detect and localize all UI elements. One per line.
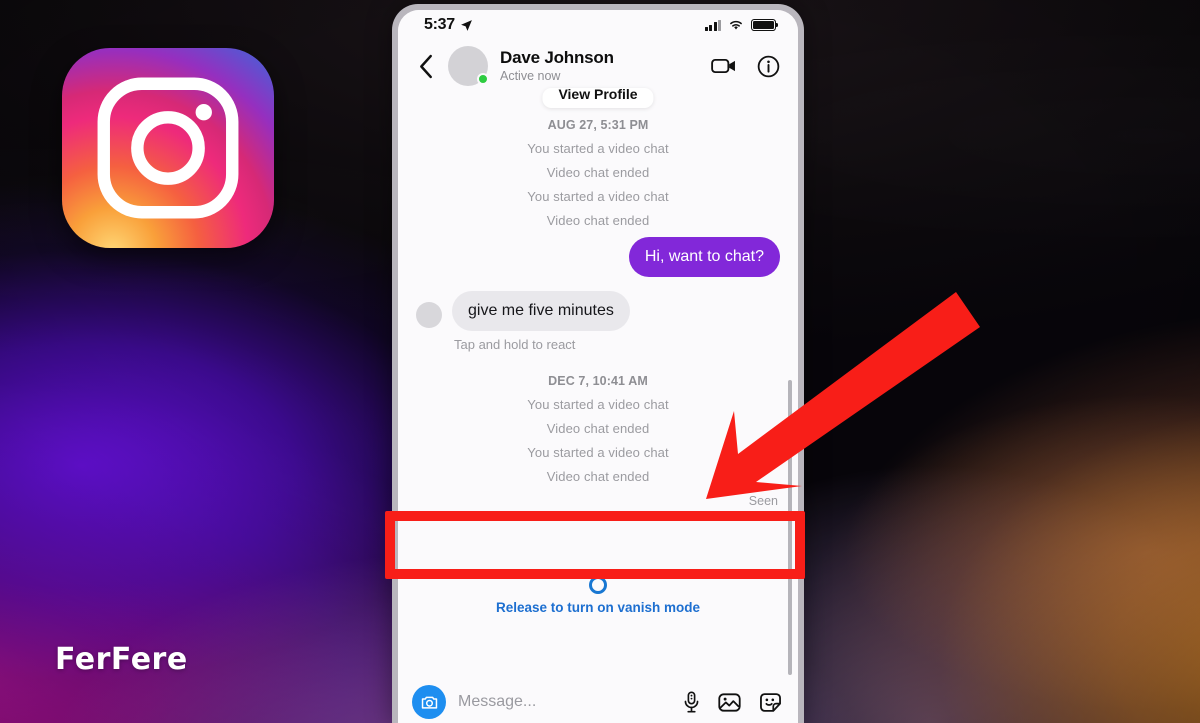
microphone-icon xyxy=(684,691,699,713)
sticker-button[interactable] xyxy=(759,692,782,713)
outgoing-message-bubble[interactable]: Hi, want to chat? xyxy=(628,237,780,277)
camera-circle-icon xyxy=(421,696,437,709)
system-message: You started a video chat xyxy=(527,189,669,204)
chat-header: Dave Johnson Active now xyxy=(398,40,798,92)
wifi-icon xyxy=(730,20,742,30)
contact-avatar-wrapper[interactable] xyxy=(448,46,489,86)
message-row: Hi, want to chat? xyxy=(416,237,780,277)
image-icon xyxy=(718,692,741,712)
location-arrow-icon xyxy=(460,19,472,31)
system-message: Video chat ended xyxy=(546,469,650,484)
info-circle-icon xyxy=(757,55,780,77)
system-message: You started a video chat xyxy=(527,141,669,156)
system-message: You started a video chat xyxy=(527,445,669,460)
day-separator: DEC 7, 10:41 AM xyxy=(548,374,648,388)
system-message: Video chat ended xyxy=(546,421,650,436)
chevron-left-icon xyxy=(419,54,432,78)
message-composer: Message... xyxy=(398,681,798,723)
contact-presence: Active now xyxy=(500,69,561,84)
header-actions xyxy=(711,55,780,78)
incoming-message-bubble[interactable]: give me five minutes xyxy=(452,291,630,331)
circle-outline-icon xyxy=(589,575,607,594)
battery-full-icon xyxy=(751,19,779,31)
contact-name: Dave Johnson xyxy=(500,47,614,67)
message-row: give me five minutes xyxy=(416,291,780,331)
back-button[interactable] xyxy=(412,51,438,81)
video-camera-icon xyxy=(711,58,735,74)
message-input[interactable]: Message... xyxy=(458,693,671,711)
info-button[interactable] xyxy=(757,55,780,78)
status-bar: 5:37 xyxy=(398,10,798,40)
phone-device-frame: 5:37 Dave Johnson Active now View Profil… xyxy=(392,4,804,723)
system-message: You started a video chat xyxy=(527,397,669,412)
sticker-icon xyxy=(760,692,781,712)
message-list-scrollbar[interactable] xyxy=(788,380,792,675)
system-message: Video chat ended xyxy=(546,165,650,180)
status-bar-left: 5:37 xyxy=(424,16,473,34)
empty-space xyxy=(398,620,798,681)
video-call-button[interactable] xyxy=(711,56,737,76)
sender-avatar xyxy=(416,302,442,328)
camera-button[interactable] xyxy=(412,685,446,719)
online-status-dot xyxy=(477,73,489,85)
gallery-button[interactable] xyxy=(718,692,741,713)
vanish-mode-label: Release to turn on vanish mode xyxy=(495,599,701,615)
view-profile-button[interactable]: View Profile xyxy=(542,88,654,108)
status-time: 5:37 xyxy=(424,16,455,33)
read-receipt: Seen xyxy=(748,494,778,508)
mic-button[interactable] xyxy=(683,691,700,713)
status-bar-right xyxy=(704,19,779,31)
phone-screen: 5:37 Dave Johnson Active now View Profil… xyxy=(398,10,798,723)
message-list[interactable]: AUG 27, 5:31 PM You started a video chat… xyxy=(398,92,798,569)
react-hint: Tap and hold to react xyxy=(454,337,576,352)
cellular-signal-icon xyxy=(704,19,721,31)
composer-actions xyxy=(683,691,782,713)
watermark-logo: FerFere xyxy=(55,642,188,677)
system-message: Video chat ended xyxy=(546,213,650,228)
instagram-logo xyxy=(62,48,274,248)
day-separator: AUG 27, 5:31 PM xyxy=(547,118,649,132)
vanish-mode-panel[interactable]: Release to turn on vanish mode xyxy=(398,568,798,621)
contact-info[interactable]: Dave Johnson Active now xyxy=(498,48,701,85)
